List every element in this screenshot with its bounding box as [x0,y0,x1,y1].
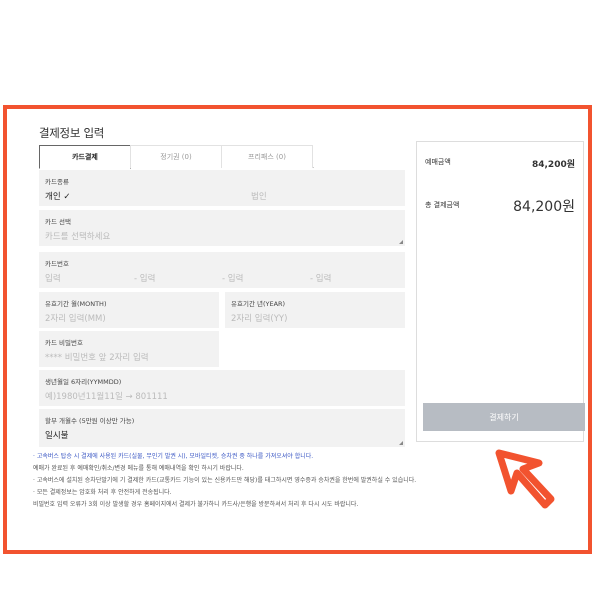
card-type-corporate-option[interactable]: 법인 [251,190,267,202]
card-type-personal-option[interactable]: 개인 ✓ [45,190,70,202]
birth-date-label: 생년월일 6자리(YYMMDD) [45,378,122,386]
birth-date-placeholder: 예)1980년11월11일 → 801111 [45,392,168,402]
card-password-label: 카드 비밀번호 [45,339,83,347]
card-number-field: 카드번호 입력 - 입력 - 입력 - 입력 [39,252,405,288]
note-item: · 모든 결제정보는 암호화 처리 후 안전하게 전송됩니다. [33,489,172,496]
installment-value: 일시불 [45,431,69,441]
installment-label: 할부 개월수 (5만원 이상만 가능) [45,417,135,425]
resize-corner-icon [399,240,403,244]
card-password-placeholder: **** 비밀번호 앞 2자리 입력 [45,353,149,363]
tab-season-pass[interactable]: 정기권 (0) [130,145,222,168]
expiry-year-field[interactable]: 유효기간 년(YEAR) 2자리 입력(YY) [225,292,405,328]
note-item: · 고속버스 탑승 시 결제에 사용된 카드(실물, 무인기 발권 시), 모바… [33,453,314,460]
card-number-input-4[interactable]: - 입력 [310,272,331,284]
payment-tabs: 카드결제 정기권 (0) 프리패스 (0) [39,145,314,169]
card-type-field: 카드종류 개인 ✓ 법인 [39,170,405,206]
total-amount-row: 총 결제금액 84,200원 [425,199,575,215]
expiry-year-label: 유효기간 년(YEAR) [231,300,286,308]
card-number-input-2[interactable]: - 입력 [134,272,155,284]
card-password-field[interactable]: 카드 비밀번호 **** 비밀번호 앞 2자리 입력 [39,331,219,367]
expiry-month-label: 유효기간 월(MONTH) [45,300,107,308]
installment-select[interactable]: 할부 개월수 (5만원 이상만 가능) 일시불 [39,409,405,447]
payment-summary: 예매금액 84,200원 총 결제금액 84,200원 결제하기 [416,141,585,442]
card-number-input-1[interactable]: 입력 [45,272,61,284]
total-amount-value: 84,200원 [513,199,575,215]
expiry-month-field[interactable]: 유효기간 월(MONTH) 2자리 입력(MM) [39,292,219,328]
card-select-placeholder: 카드를 선택하세요 [45,232,111,242]
card-number-input-3[interactable]: - 입력 [222,272,243,284]
card-select-label: 카드 선택 [45,218,71,226]
birth-date-field[interactable]: 생년월일 6자리(YYMMDD) 예)1980년11월11일 → 801111 [39,370,405,406]
resize-corner-icon [399,441,403,445]
expiry-year-placeholder: 2자리 입력(YY) [231,314,288,324]
card-type-label: 카드종류 [45,178,69,186]
card-select-dropdown[interactable]: 카드 선택 카드를 선택하세요 [39,210,405,246]
total-amount-label: 총 결제금액 [425,201,460,209]
note-item: · 고속버스에 설치된 승차단말기에 기 결제한 카드(교통카드 기능이 있는 … [33,477,417,484]
card-number-label: 카드번호 [45,260,69,268]
payment-notes: · 고속버스 탑승 시 결제에 사용된 카드(실물, 무인기 발권 시), 모바… [33,451,513,511]
booking-amount-row: 예매금액 84,200원 [425,157,575,170]
page-title: 결제정보 입력 [39,126,105,140]
pointer-arrow-icon [495,449,555,509]
booking-amount-value: 84,200원 [531,160,575,170]
tab-free-pass[interactable]: 프리패스 (0) [221,145,313,168]
pay-button[interactable]: 결제하기 [423,403,585,431]
note-item: 예매가 완료된 후 예매확인/취소/변경 메뉴를 통해 예매내역을 확인 하시기… [33,465,244,472]
expiry-month-placeholder: 2자리 입력(MM) [45,314,106,324]
booking-amount-label: 예매금액 [425,158,451,166]
note-item: 비밀번호 입력 오류가 3회 이상 발생할 경우 홈페이지에서 결제가 불가하니… [33,501,359,508]
payment-panel-frame: 결제정보 입력 카드결제 정기권 (0) 프리패스 (0) 카드종류 개인 ✓ … [3,105,592,554]
tab-card-payment[interactable]: 카드결제 [39,145,131,169]
